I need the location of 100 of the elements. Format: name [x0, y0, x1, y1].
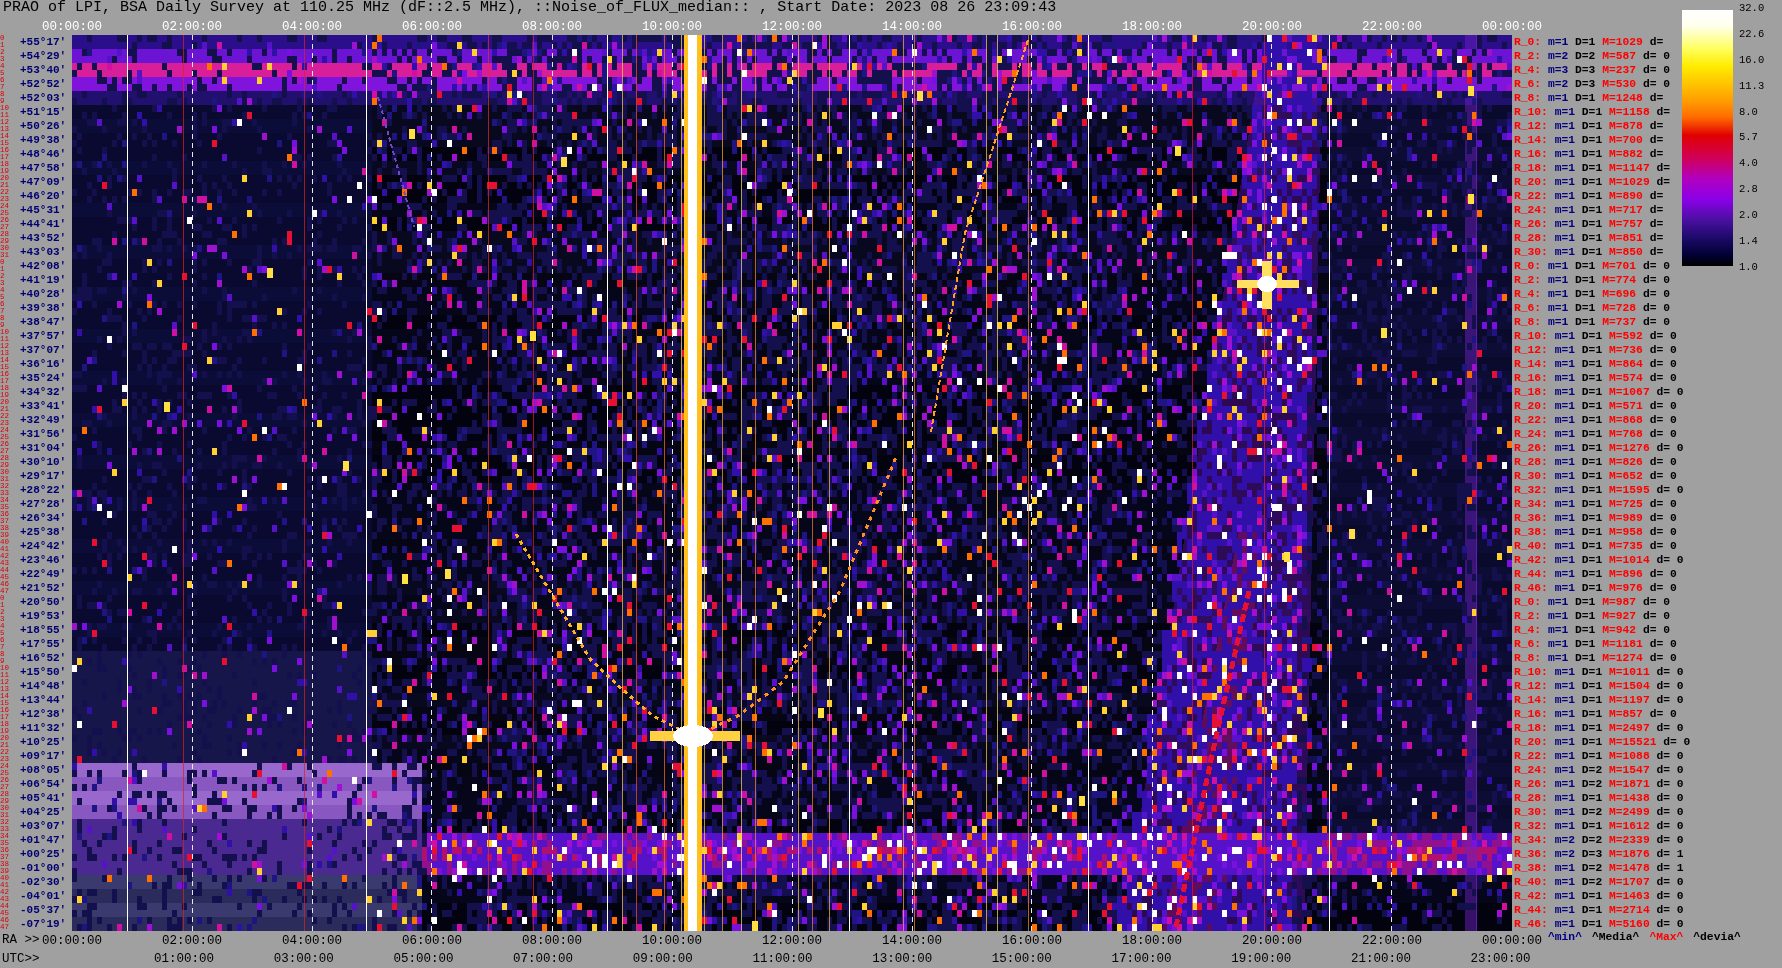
- receiver-label: R_0:: [1514, 259, 1542, 273]
- color-scale-label: 4.0: [1739, 158, 1759, 170]
- min-value: m=1: [1547, 301, 1569, 315]
- deviation-value: d= 0: [1656, 679, 1684, 693]
- min-value: m=1: [1554, 805, 1576, 819]
- deviation-value: d=: [1649, 147, 1664, 161]
- deviation-value: d=: [1649, 133, 1664, 147]
- deviation-value: d=: [1649, 245, 1664, 259]
- median-value: D=2: [1581, 777, 1603, 791]
- median-value: D=1: [1581, 735, 1603, 749]
- median-value: D=1: [1575, 301, 1596, 315]
- receiver-label: R_26:: [1514, 441, 1548, 455]
- min-value: m=1: [1554, 497, 1576, 511]
- declination-label: +01°47′: [20, 833, 67, 847]
- max-value: M=728: [1602, 301, 1637, 315]
- utc-axis-title: UTC>>: [2, 951, 40, 966]
- min-value: m=1: [1554, 721, 1576, 735]
- receiver-label: R_16:: [1514, 371, 1548, 385]
- declination-label: +43°52′: [20, 231, 67, 245]
- utc-axis-label: 13:00:00: [872, 951, 933, 966]
- receiver-label: R_16:: [1514, 147, 1548, 161]
- median-value: D=1: [1581, 749, 1603, 763]
- min-value: m=1: [1554, 777, 1576, 791]
- max-value: M=987: [1602, 595, 1637, 609]
- time-axis-label: 10:00:00: [642, 19, 702, 34]
- max-value: M=1029: [1602, 35, 1643, 49]
- declination-label: +30°10′: [20, 455, 67, 469]
- declination-label: +47°09′: [20, 175, 67, 189]
- median-value: D=1: [1581, 217, 1603, 231]
- declination-label: +24°42′: [20, 539, 67, 553]
- min-value: m=1: [1554, 105, 1576, 119]
- deviation-value: d= 0: [1656, 805, 1684, 819]
- receiver-label: R_2:: [1514, 49, 1542, 63]
- median-value: D=1: [1581, 581, 1603, 595]
- median-value: D=2: [1581, 875, 1603, 889]
- receiver-label: R_10:: [1514, 329, 1548, 343]
- receiver-label: R_26:: [1514, 217, 1548, 231]
- min-value: m=1: [1554, 707, 1576, 721]
- declination-label: +18°55′: [20, 623, 67, 637]
- max-value: M=1438: [1609, 791, 1650, 805]
- min-value: m=1: [1547, 35, 1569, 49]
- deviation-value: d= 0: [1663, 735, 1691, 749]
- deviation-value: d= 0: [1642, 77, 1671, 91]
- deviation-value: d=: [1649, 217, 1664, 231]
- deviation-value: d= 0: [1656, 791, 1684, 805]
- deviation-value: d= 0: [1649, 497, 1677, 511]
- min-value: m=1: [1554, 749, 1576, 763]
- declination-label: +31°56′: [20, 427, 67, 441]
- receiver-label: R_40:: [1514, 539, 1548, 553]
- deviation-value: d=: [1656, 161, 1671, 175]
- max-value: M=1478: [1609, 861, 1650, 875]
- receiver-label: R_36:: [1514, 847, 1548, 861]
- min-value: m=1: [1554, 511, 1576, 525]
- median-value: D=1: [1581, 693, 1603, 707]
- max-value: M=700: [1609, 133, 1643, 147]
- max-value: M=864: [1609, 357, 1643, 371]
- deviation-value: d= 0: [1649, 525, 1677, 539]
- median-value: D=2: [1581, 833, 1603, 847]
- min-value: m=1: [1554, 441, 1576, 455]
- max-value: M=757: [1609, 217, 1643, 231]
- declination-label: +10°25′: [20, 735, 67, 749]
- ra-axis-label: 20:00:00: [1242, 934, 1302, 948]
- color-scale-label: 8.0: [1739, 106, 1759, 118]
- deviation-value: d= 0: [1642, 287, 1671, 301]
- min-value: m=1: [1554, 553, 1576, 567]
- receiver-label: R_14:: [1514, 357, 1548, 371]
- deviation-value: d=: [1649, 231, 1664, 245]
- median-value: D=1: [1581, 371, 1603, 385]
- receiver-label: R_8:: [1514, 91, 1542, 105]
- declination-label: +47°58′: [20, 161, 67, 175]
- max-value: M=927: [1602, 609, 1637, 623]
- min-value: m=1: [1554, 217, 1576, 231]
- receiver-label: R_22:: [1514, 189, 1548, 203]
- max-value: M=1871: [1609, 777, 1650, 791]
- ra-axis-label: 22:00:00: [1362, 934, 1422, 948]
- deviation-value: d= 0: [1642, 623, 1671, 637]
- median-value: D=1: [1581, 679, 1603, 693]
- receiver-label: R_34:: [1514, 497, 1548, 511]
- declination-label: +06°54′: [20, 777, 67, 791]
- ra-axis-label: 06:00:00: [402, 934, 462, 948]
- min-value: m=1: [1554, 665, 1576, 679]
- max-value: M=696: [1602, 287, 1637, 301]
- max-value: M=701: [1602, 259, 1637, 273]
- median-value: D=1: [1581, 469, 1603, 483]
- max-value: M=851: [1609, 231, 1643, 245]
- color-scale-label: 2.0: [1739, 210, 1759, 222]
- time-axis-label: 16:00:00: [1002, 19, 1062, 34]
- receiver-label: R_14:: [1514, 693, 1548, 707]
- median-value: D=1: [1575, 595, 1596, 609]
- declination-label: +21°52′: [20, 581, 67, 595]
- ra-axis-label: 12:00:00: [762, 934, 822, 948]
- median-value: D=1: [1575, 273, 1596, 287]
- median-value: D=1: [1575, 35, 1596, 49]
- max-value: M=1504: [1609, 679, 1650, 693]
- median-value: D=1: [1581, 553, 1603, 567]
- median-value: D=1: [1581, 483, 1603, 497]
- max-value: M=878: [1609, 119, 1643, 133]
- median-value: D=1: [1581, 889, 1603, 903]
- receiver-label: R_4:: [1514, 287, 1542, 301]
- max-value: M=2499: [1609, 805, 1650, 819]
